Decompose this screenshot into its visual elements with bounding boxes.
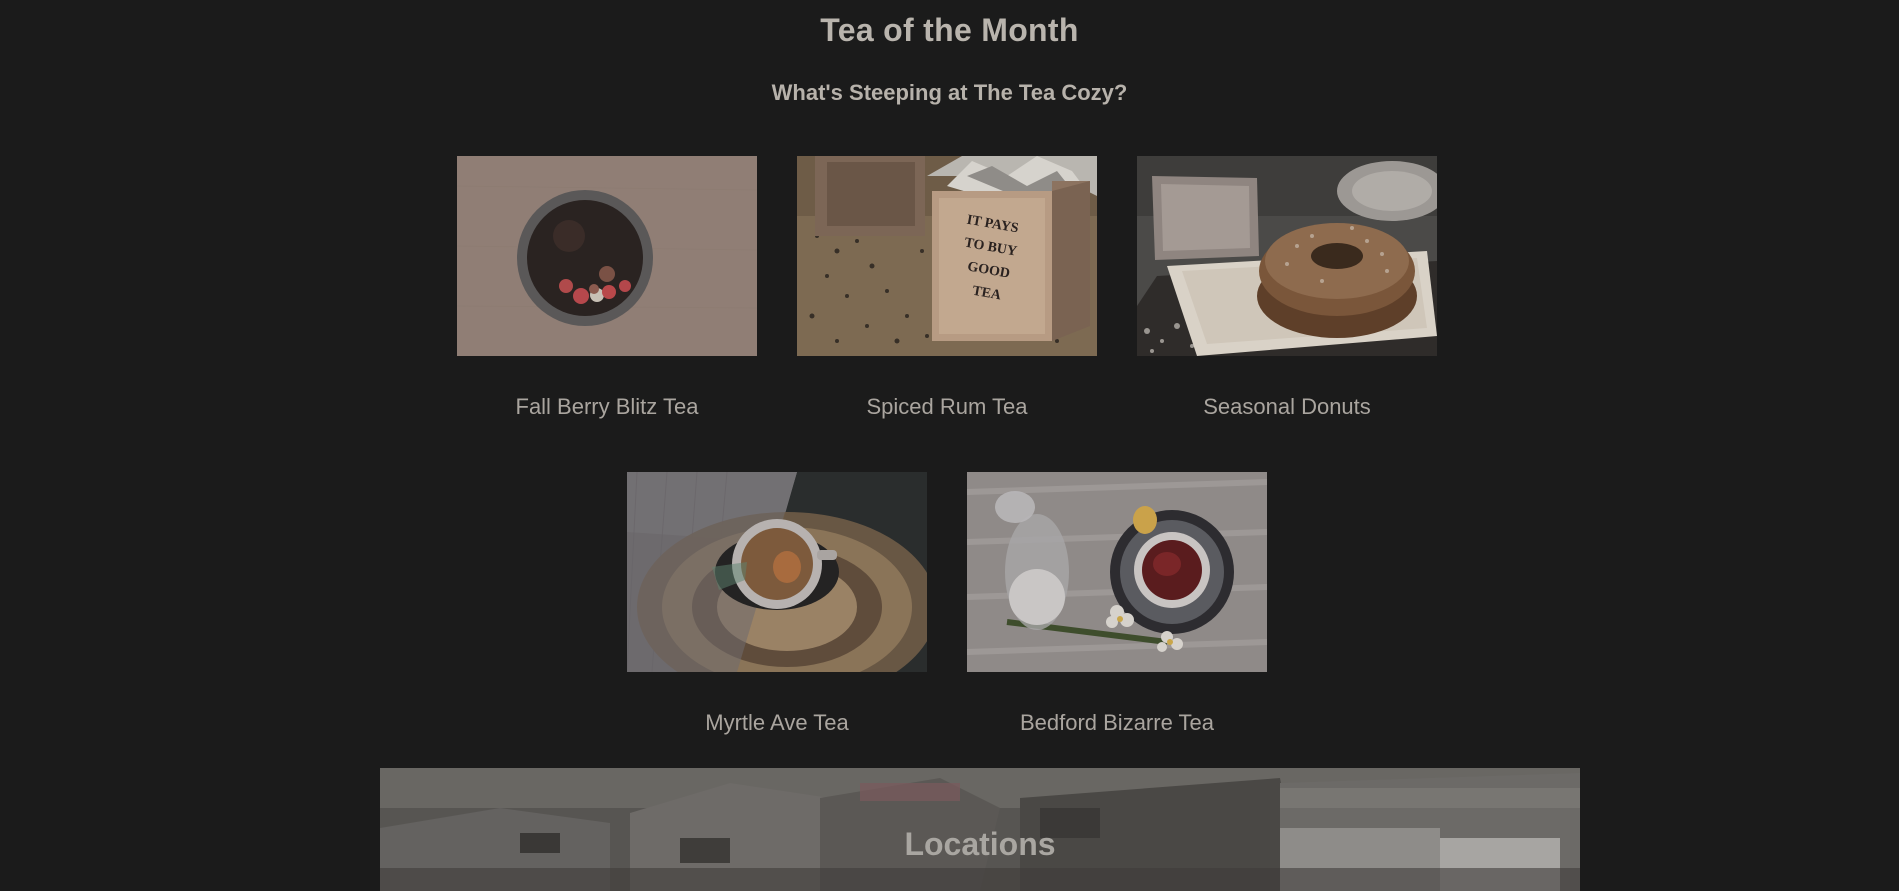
locations-title: Locations — [904, 826, 1056, 862]
fall-berry-blitz-image — [457, 156, 757, 356]
tea-card-myrtle-ave: Myrtle Ave Tea — [627, 472, 927, 736]
bedford-bizarre-image — [967, 472, 1267, 672]
tea-card-seasonal-donuts: Seasonal Donuts — [1137, 156, 1437, 420]
seasonal-donuts-image — [1137, 156, 1437, 356]
myrtle-ave-caption: Myrtle Ave Tea — [705, 710, 849, 735]
tea-card-bedford-bizarre: Bedford Bizarre Tea — [967, 472, 1267, 736]
tea-page: Tea of the Month What's Steeping at The … — [0, 0, 1899, 891]
seasonal-donuts-caption: Seasonal Donuts — [1203, 394, 1371, 419]
tea-card-fall-berry-blitz: Fall Berry Blitz Tea — [457, 156, 757, 420]
section-title: Tea of the Month — [820, 12, 1079, 48]
myrtle-ave-image — [627, 472, 927, 672]
locations-banner: Locations — [380, 768, 1580, 891]
bedford-bizarre-caption: Bedford Bizarre Tea — [1019, 710, 1215, 735]
spiced-rum-caption: Spiced Rum Tea — [866, 394, 1028, 419]
section-subtitle: What's Steeping at The Tea Cozy? — [771, 80, 1128, 105]
spiced-rum-image: IT PAYS TO BUY GOOD TEA — [797, 156, 1097, 356]
fall-berry-blitz-caption: Fall Berry Blitz Tea — [515, 394, 699, 419]
tea-card-spiced-rum: IT PAYS TO BUY GOOD TEA Spiced Rum Tea — [797, 156, 1097, 420]
